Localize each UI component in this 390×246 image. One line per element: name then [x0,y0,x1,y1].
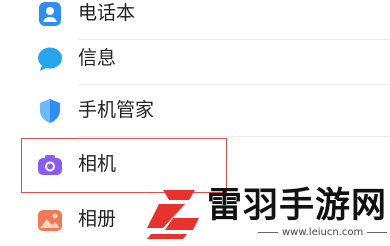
message-icon [38,47,62,71]
watermark-title: 雷羽手游网 [207,186,388,226]
list-item-label: 电话本 [78,2,136,24]
contacts-icon [39,2,61,26]
gallery-icon [38,210,62,231]
list-item-label: 手机管家 [78,99,155,121]
list-item-phone-manager[interactable]: 手机管家 [0,83,390,137]
list-item-label: 信息 [78,47,117,69]
divider [258,231,278,233]
list-item-label: 相册 [78,208,117,230]
watermark-logo-icon [147,190,199,239]
watermark: 雷羽手游网 www.leiucn.com [137,182,390,245]
divider [367,231,388,233]
watermark-url-row: www.leiucn.com [254,226,390,240]
watermark-url: www.leiucn.com [282,227,364,238]
list-item-messages[interactable]: 信息 [0,31,390,85]
shield-icon [40,99,60,123]
